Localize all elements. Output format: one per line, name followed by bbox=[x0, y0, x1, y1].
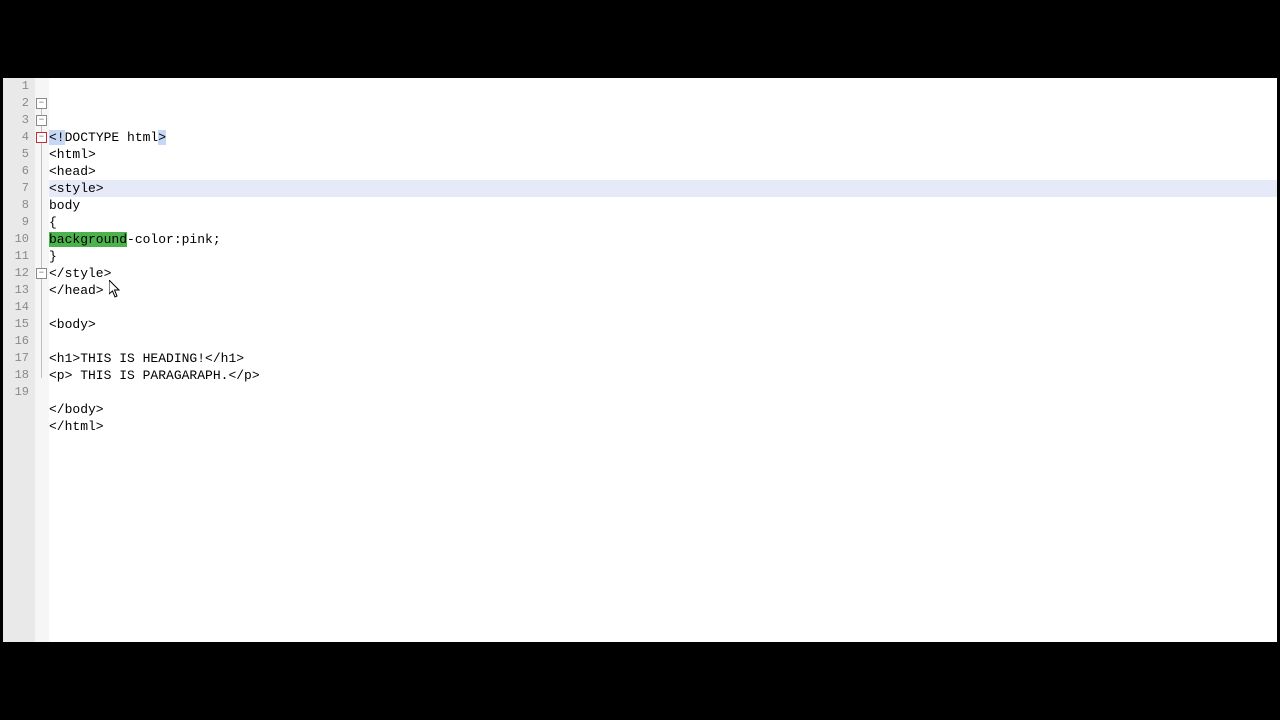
line-number: 6 bbox=[11, 163, 29, 180]
code-line[interactable] bbox=[49, 435, 1277, 452]
code-line[interactable]: </body> bbox=[49, 401, 1277, 418]
line-number: 7 bbox=[11, 180, 29, 197]
code-editor[interactable]: 12345678910111213141516171819 −−−− <!DOC… bbox=[3, 78, 1277, 642]
line-number: 8 bbox=[11, 197, 29, 214]
line-number: 18 bbox=[11, 367, 29, 384]
line-number: 9 bbox=[11, 214, 29, 231]
code-line[interactable]: <!DOCTYPE html> bbox=[49, 129, 1277, 146]
line-number: 1 bbox=[11, 78, 29, 95]
code-line[interactable] bbox=[49, 299, 1277, 316]
code-line[interactable]: <p> THIS IS PARAGARAPH.</p> bbox=[49, 367, 1277, 384]
line-number: 12 bbox=[11, 265, 29, 282]
code-line[interactable]: { bbox=[49, 214, 1277, 231]
line-number: 15 bbox=[11, 316, 29, 333]
code-line[interactable]: <head> bbox=[49, 163, 1277, 180]
fold-column[interactable]: − − − − bbox=[35, 78, 49, 642]
line-number: 14 bbox=[11, 299, 29, 316]
code-line[interactable] bbox=[49, 333, 1277, 350]
line-number: 2 bbox=[11, 95, 29, 112]
line-number: 5 bbox=[11, 146, 29, 163]
code-line[interactable]: <h1>THIS IS HEADING!</h1> bbox=[49, 350, 1277, 367]
line-number: 3 bbox=[11, 112, 29, 129]
fold-toggle-icon[interactable]: − bbox=[36, 132, 47, 143]
code-line[interactable]: </head> bbox=[49, 282, 1277, 299]
code-line[interactable]: <style> bbox=[49, 180, 1277, 197]
mouse-cursor-icon bbox=[109, 280, 122, 299]
code-area[interactable]: <!DOCTYPE html><html><head><style>body{b… bbox=[49, 78, 1277, 642]
code-line[interactable]: </html> bbox=[49, 418, 1277, 435]
line-number-gutter: 12345678910111213141516171819 bbox=[3, 78, 35, 642]
line-number: 13 bbox=[11, 282, 29, 299]
line-number: 19 bbox=[11, 384, 29, 401]
code-line[interactable]: background-color:pink; bbox=[49, 231, 1277, 248]
line-number: 4 bbox=[11, 129, 29, 146]
line-number: 16 bbox=[11, 333, 29, 350]
line-number: 10 bbox=[11, 231, 29, 248]
code-line[interactable] bbox=[49, 384, 1277, 401]
fold-toggle-icon[interactable]: − bbox=[36, 115, 47, 126]
code-line[interactable]: } bbox=[49, 248, 1277, 265]
fold-toggle-icon[interactable]: − bbox=[36, 98, 47, 109]
fold-toggle-icon[interactable]: − bbox=[36, 268, 47, 279]
code-line[interactable]: <html> bbox=[49, 146, 1277, 163]
code-line[interactable]: </style> bbox=[49, 265, 1277, 282]
code-line[interactable]: body bbox=[49, 197, 1277, 214]
line-number: 17 bbox=[11, 350, 29, 367]
selected-text: background bbox=[49, 232, 127, 247]
code-line[interactable]: <body> bbox=[49, 316, 1277, 333]
line-number: 11 bbox=[11, 248, 29, 265]
